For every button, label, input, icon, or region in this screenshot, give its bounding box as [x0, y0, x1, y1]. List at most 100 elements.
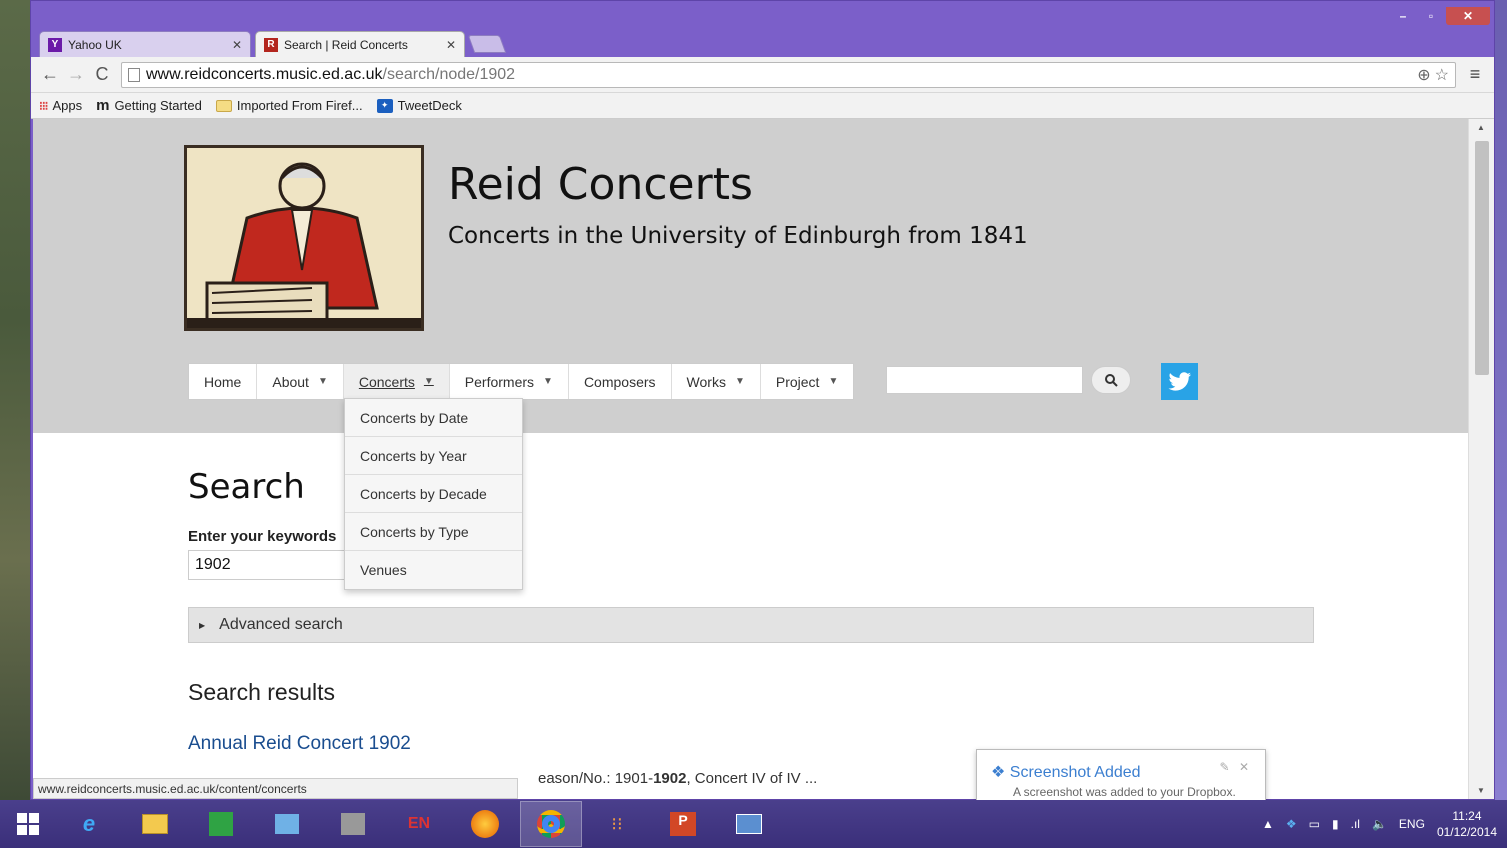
scroll-up-arrow-icon[interactable]: ▲ — [1477, 123, 1485, 132]
nav-concerts[interactable]: Concerts ▼ — [343, 364, 450, 399]
expand-triangle-icon: ▶ — [199, 620, 206, 630]
dropbox-icon: ❖ — [991, 764, 1006, 781]
apps-grid-icon: ⁝⁝⁝ — [39, 98, 49, 113]
bookmark-tweetdeck[interactable]: ✦ TweetDeck — [376, 98, 462, 113]
nav-composers[interactable]: Composers — [569, 364, 672, 399]
photos-taskbar[interactable] — [718, 801, 780, 847]
minimize-button[interactable]: – — [1390, 7, 1416, 25]
bookmark-imported-folder[interactable]: Imported From Firef... — [215, 98, 363, 113]
system-tray: ▲ ❖ ▭ ▮ .ıl 🔈 ENG 11:24 01/12/2014 — [1262, 800, 1497, 848]
app-taskbar[interactable] — [322, 801, 384, 847]
tray-expand-icon[interactable]: ▲ — [1262, 817, 1274, 831]
control-panel-taskbar[interactable] — [256, 801, 318, 847]
search-icon — [1105, 374, 1118, 387]
dropbox-notification[interactable]: ❖ Screenshot Added A screenshot was adde… — [976, 749, 1266, 805]
maximize-button[interactable]: ▫ — [1418, 7, 1444, 25]
start-button[interactable] — [0, 800, 56, 848]
snippet-text: eason/No.: 1901- — [538, 770, 654, 787]
keywords-input[interactable] — [188, 550, 348, 580]
firefox-taskbar[interactable] — [454, 801, 516, 847]
window-controls: – ▫ ✕ — [1390, 7, 1490, 25]
zoom-icon[interactable]: ⊕ — [1417, 65, 1430, 85]
network-icon[interactable]: ▮ — [1332, 817, 1339, 831]
twitter-link[interactable] — [1161, 363, 1198, 400]
site-header: Reid Concerts Concerts in the University… — [33, 119, 1468, 433]
tab-reid-concerts[interactable]: R Search | Reid Concerts ✕ — [255, 31, 465, 57]
photos-icon — [736, 814, 762, 834]
close-icon[interactable]: ✕ — [1239, 760, 1249, 774]
desktop-background-right — [1493, 0, 1507, 800]
en-app-taskbar[interactable]: EN — [388, 801, 450, 847]
page-scrollbar[interactable]: ▲ ▼ — [1468, 119, 1494, 799]
menu-item-concerts-by-decade[interactable]: Concerts by Decade — [345, 475, 522, 513]
control-panel-icon — [275, 814, 299, 834]
firefox-icon — [471, 810, 499, 838]
nav-label: Concerts — [358, 373, 415, 390]
back-button[interactable]: ← — [37, 62, 63, 88]
result-title-link[interactable]: Annual Reid Concert 1902 — [188, 733, 411, 755]
internet-explorer-taskbar[interactable]: e — [58, 801, 120, 847]
advanced-search-label: Advanced search — [219, 616, 343, 633]
scroll-thumb[interactable] — [1475, 141, 1489, 375]
powerpoint-taskbar[interactable]: P — [652, 801, 714, 847]
volume-icon[interactable]: 🔈 — [1372, 817, 1387, 831]
action-center-icon[interactable]: ▭ — [1309, 817, 1320, 831]
caret-down-icon: ▼ — [317, 376, 328, 387]
bookmark-label: Getting Started — [114, 98, 202, 113]
clock-time: 11:24 — [1452, 809, 1482, 823]
notification-title-text: Screenshot Added — [1009, 764, 1141, 781]
close-icon[interactable]: ✕ — [232, 38, 242, 52]
apps-grid-icon: ⁝⁝ — [611, 813, 623, 834]
twitter-bird-icon — [1168, 371, 1191, 391]
nav-works[interactable]: Works ▼ — [672, 364, 761, 399]
page-title: Search — [188, 467, 305, 507]
chrome-menu-button[interactable]: ≡ — [1462, 62, 1488, 88]
nav-label: Composers — [583, 373, 656, 390]
pin-icon[interactable]: ✎ — [1220, 760, 1230, 774]
language-indicator[interactable]: ENG — [1399, 817, 1425, 831]
tab-title: Search | Reid Concerts — [284, 37, 408, 52]
forward-button[interactable]: → — [63, 62, 89, 88]
menu-item-concerts-by-date[interactable]: Concerts by Date — [345, 399, 522, 437]
nav-label: Project — [775, 373, 820, 390]
tab-yahoo[interactable]: Y Yahoo UK ✕ — [39, 31, 251, 57]
new-tab-button[interactable] — [467, 35, 507, 53]
bookmark-label: Apps — [52, 98, 83, 113]
store-taskbar[interactable] — [190, 801, 252, 847]
site-search-input[interactable] — [886, 366, 1083, 394]
reload-button[interactable]: C — [89, 62, 115, 88]
nav-home[interactable]: Home — [189, 364, 258, 399]
caret-down-icon: ▼ — [828, 376, 839, 387]
bookmark-star-icon[interactable]: ☆ — [1435, 65, 1449, 85]
chrome-taskbar[interactable] — [520, 801, 582, 847]
snippet-highlight: 1902 — [653, 770, 687, 787]
clock[interactable]: 11:24 01/12/2014 — [1437, 808, 1497, 840]
tweetdeck-icon: ✦ — [376, 98, 393, 113]
signal-icon[interactable]: .ıl — [1351, 817, 1360, 831]
close-window-button[interactable]: ✕ — [1446, 7, 1490, 25]
close-icon[interactable]: ✕ — [446, 38, 456, 52]
clock-date: 01/12/2014 — [1436, 825, 1497, 839]
site-logo[interactable] — [184, 145, 424, 331]
tab-strip: Y Yahoo UK ✕ R Search | Reid Concerts ✕ … — [31, 1, 1494, 57]
store-icon — [209, 812, 233, 836]
menu-item-concerts-by-year[interactable]: Concerts by Year — [345, 437, 522, 475]
nav-about[interactable]: About ▼ — [257, 364, 344, 399]
nav-project[interactable]: Project ▼ — [761, 364, 853, 399]
bookmark-getting-started[interactable]: m Getting Started — [96, 97, 202, 114]
search-button[interactable] — [1091, 366, 1131, 394]
menu-item-concerts-by-type[interactable]: Concerts by Type — [345, 513, 522, 551]
bookmark-label: Imported From Firef... — [236, 98, 363, 113]
menu-item-venues[interactable]: Venues — [345, 551, 522, 589]
advanced-search-toggle[interactable]: ▶ Advanced search — [188, 607, 1314, 643]
file-explorer-taskbar[interactable] — [124, 801, 186, 847]
notification-message: A screenshot was added to your Dropbox. — [1013, 785, 1236, 799]
apps-taskbar[interactable]: ⁝⁝ — [586, 801, 648, 847]
scroll-down-arrow-icon[interactable]: ▼ — [1477, 786, 1485, 795]
site-title[interactable]: Reid Concerts — [448, 159, 753, 210]
dropbox-tray-icon[interactable]: ❖ — [1286, 817, 1297, 831]
bookmark-apps[interactable]: ⁝⁝⁝ Apps — [39, 98, 82, 113]
address-bar[interactable]: www.reidconcerts.music.ed.ac.uk/search/n… — [121, 61, 1456, 88]
nav-performers[interactable]: Performers ▼ — [450, 364, 569, 399]
windows-taskbar: e EN ⁝⁝ P ▲ ❖ ▭ ▮ .ıl 🔈 ENG 11:24 01/12/… — [0, 800, 1507, 848]
